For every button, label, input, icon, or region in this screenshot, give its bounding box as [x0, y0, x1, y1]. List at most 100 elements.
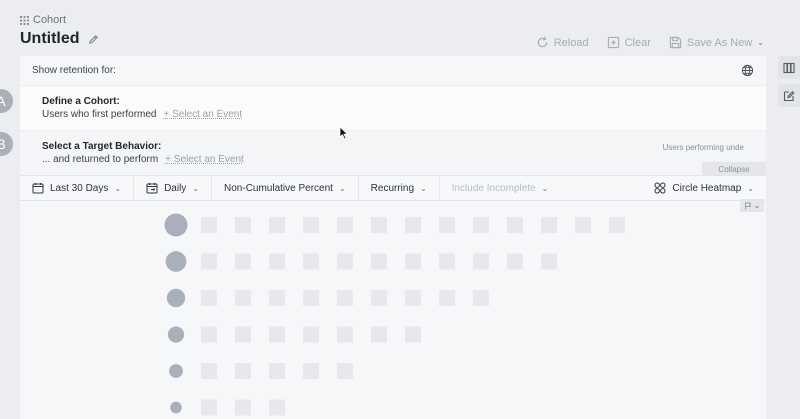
- calendar-repeat-icon: [146, 183, 158, 194]
- retention-cell[interactable]: [507, 217, 523, 233]
- retention-cell[interactable]: [269, 290, 285, 306]
- retention-cell[interactable]: [405, 217, 421, 233]
- edit-title-icon[interactable]: [88, 34, 99, 45]
- measure-label: Non-Cumulative Percent: [224, 182, 333, 194]
- reload-icon: [537, 36, 548, 48]
- save-as-new-button[interactable]: Save As New ⌄: [669, 36, 764, 49]
- retention-cell[interactable]: [337, 326, 353, 343]
- chevron-down-icon: ⌄: [338, 183, 346, 193]
- retention-cell[interactable]: [303, 363, 319, 379]
- breadcrumb[interactable]: Cohort: [20, 14, 66, 26]
- retention-cell[interactable]: [473, 217, 489, 233]
- step-a-badge: A: [0, 89, 13, 113]
- retention-cell[interactable]: [337, 217, 353, 233]
- retention-cell[interactable]: [269, 253, 285, 270]
- retention-cell[interactable]: [269, 326, 285, 343]
- retention-cell[interactable]: [371, 253, 387, 270]
- globe-icon[interactable]: [741, 64, 754, 77]
- retention-type-dropdown[interactable]: Recurring ⌄: [359, 176, 440, 200]
- step-b-badge: B: [0, 132, 13, 156]
- collapse-button[interactable]: Collapse: [702, 162, 766, 176]
- flag-dropdown[interactable]: ⌄: [740, 199, 764, 212]
- retention-cell[interactable]: [303, 253, 319, 270]
- retention-cell[interactable]: [541, 253, 557, 270]
- interval-dropdown[interactable]: Daily ⌄: [134, 176, 213, 200]
- retention-cell[interactable]: [439, 253, 455, 270]
- grid-icon: [20, 15, 29, 25]
- columns-panel-button[interactable]: [778, 56, 800, 79]
- include-incomplete-dropdown[interactable]: Include Incomplete ⌄: [440, 176, 561, 200]
- retention-cell[interactable]: [235, 290, 251, 306]
- controls-bar: Last 30 Days ⌄ Daily ⌄ Non-Cumulative Pe…: [20, 175, 766, 201]
- retention-cell[interactable]: [473, 290, 489, 306]
- step-define-cohort: Define a Cohort: Users who first perform…: [20, 85, 766, 130]
- retention-cell[interactable]: [405, 253, 421, 270]
- page-title[interactable]: Untitled: [20, 30, 80, 48]
- cohort-size-circle[interactable]: [170, 401, 182, 414]
- retention-cell[interactable]: [269, 363, 285, 379]
- retention-cell[interactable]: [337, 290, 353, 306]
- calendar-icon: [32, 183, 44, 194]
- retention-cell[interactable]: [201, 363, 217, 379]
- retention-cell[interactable]: [235, 363, 251, 379]
- flag-icon: [744, 202, 751, 209]
- retention-cell[interactable]: [201, 326, 217, 343]
- cohort-size-circle[interactable]: [165, 251, 187, 272]
- date-range-label: Last 30 Days: [50, 182, 109, 194]
- cohort-size-circle[interactable]: [166, 288, 186, 308]
- retention-cell[interactable]: [269, 399, 285, 416]
- retention-cell[interactable]: [269, 217, 285, 233]
- clear-button[interactable]: Clear: [607, 36, 651, 49]
- define-cohort-label: Define a Cohort:: [42, 96, 120, 107]
- retention-cell[interactable]: [371, 326, 387, 343]
- target-behavior-label: Select a Target Behavior:: [42, 141, 162, 152]
- show-retention-row: Show retention for:: [20, 56, 766, 85]
- retention-cell[interactable]: [201, 290, 217, 306]
- retention-cell[interactable]: [303, 326, 319, 343]
- retention-cell[interactable]: [303, 290, 319, 306]
- reload-button[interactable]: Reload: [536, 36, 589, 49]
- retention-cell[interactable]: [405, 326, 421, 343]
- target-select-event-link[interactable]: + Select an Event: [165, 154, 244, 165]
- clear-label: Clear: [624, 36, 651, 49]
- viz-type-label: Circle Heatmap: [672, 182, 742, 194]
- target-prefix: ... and returned to perform: [42, 154, 159, 165]
- clear-icon: [607, 36, 619, 49]
- retention-cell[interactable]: [609, 217, 625, 233]
- cohort-select-event-link[interactable]: + Select an Event: [163, 109, 242, 120]
- retention-cell[interactable]: [439, 290, 455, 306]
- notes-panel-button[interactable]: [778, 84, 800, 107]
- retention-cell[interactable]: [337, 363, 353, 379]
- retention-cell[interactable]: [371, 290, 387, 306]
- cohort-size-circle[interactable]: [167, 326, 185, 343]
- chevron-down-icon: ⌄: [420, 183, 427, 193]
- retention-cell[interactable]: [507, 253, 523, 270]
- retention-cell[interactable]: [235, 326, 251, 343]
- query-panel: Show retention for: Define a Cohort: Use…: [20, 56, 766, 419]
- retention-cell[interactable]: [337, 253, 353, 270]
- measure-dropdown[interactable]: Non-Cumulative Percent ⌄: [212, 176, 359, 200]
- chevron-down-icon: ⌄: [192, 183, 200, 193]
- retention-cell[interactable]: [235, 253, 251, 270]
- date-range-dropdown[interactable]: Last 30 Days ⌄: [20, 176, 135, 200]
- retention-cell[interactable]: [235, 399, 251, 416]
- chevron-down-icon: ⌄: [753, 201, 761, 210]
- breadcrumb-label: Cohort: [33, 14, 67, 26]
- retention-cell[interactable]: [439, 217, 455, 233]
- circle-heatmap-icon: [654, 182, 666, 194]
- retention-cell[interactable]: [541, 217, 557, 233]
- retention-cell[interactable]: [201, 399, 217, 416]
- cohort-size-circle[interactable]: [169, 364, 183, 378]
- retention-cell[interactable]: [201, 253, 217, 270]
- cohort-size-circle[interactable]: [164, 213, 188, 237]
- retention-cell[interactable]: [473, 253, 489, 270]
- retention-cell[interactable]: [371, 217, 387, 233]
- mouse-cursor-icon: [339, 126, 349, 140]
- retention-cell[interactable]: [201, 217, 217, 233]
- retention-cell[interactable]: [235, 217, 251, 233]
- retention-cell[interactable]: [303, 217, 319, 233]
- retention-cell[interactable]: [575, 217, 591, 233]
- users-performing-text: Users performing unde: [662, 143, 744, 152]
- viz-type-dropdown[interactable]: Circle Heatmap ⌄: [642, 176, 766, 200]
- retention-cell[interactable]: [405, 290, 421, 306]
